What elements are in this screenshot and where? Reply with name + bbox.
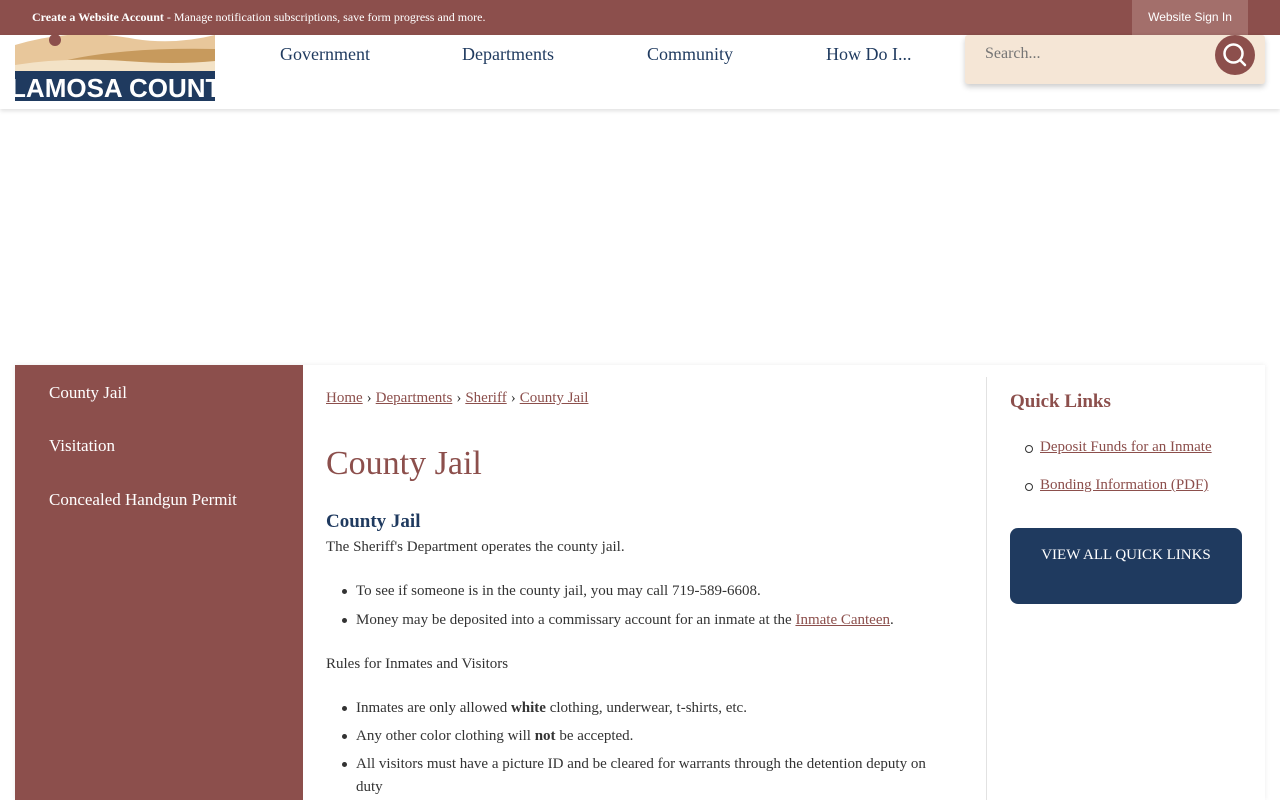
rule-text: clothing, underwear, t-shirts, etc. <box>545 700 747 716</box>
column-divider <box>986 377 987 800</box>
breadcrumb-separator: › <box>366 390 372 406</box>
rule-text: Inmates are only allowed <box>356 700 511 716</box>
nav-departments[interactable]: Departments <box>462 44 554 65</box>
side-navigation: County Jail Visitation Concealed Handgun… <box>15 365 303 800</box>
nav-how-do-i[interactable]: How Do I... <box>826 44 912 65</box>
view-all-quick-links-button[interactable]: VIEW ALL QUICK LINKS <box>1010 528 1242 604</box>
search-button[interactable] <box>1215 35 1255 75</box>
rules-heading: Rules for Inmates and Visitors <box>326 656 509 672</box>
rule-text: Any other color clothing will <box>356 728 535 744</box>
alamosa-county-logo[interactable]: ALAMOSA COUNTY <box>0 34 239 103</box>
sidebar-item-county-jail[interactable]: County Jail <box>49 383 127 403</box>
quick-link-bonding-information[interactable]: Bonding Information (PDF) <box>1040 477 1208 493</box>
account-message: Create a Website Account - Manage notifi… <box>32 10 485 25</box>
nav-government[interactable]: Government <box>280 44 370 65</box>
site-header: ALAMOSA COUNTY Government Departments Co… <box>0 34 1280 109</box>
breadcrumb: Home › Departments › Sheriff › County Jail <box>326 390 588 407</box>
breadcrumb-sheriff[interactable]: Sheriff <box>465 390 506 406</box>
nav-community[interactable]: Community <box>647 44 733 65</box>
section-heading: County Jail <box>326 511 421 532</box>
sidebar-item-visitation[interactable]: Visitation <box>49 436 115 456</box>
breadcrumb-separator: › <box>510 390 516 406</box>
top-banner: Create a Website Account - Manage notifi… <box>0 0 1280 35</box>
quick-links-title: Quick Links <box>1010 391 1111 412</box>
list-item-end: . <box>890 612 894 628</box>
quick-link-item: Deposit Funds for an Inmate <box>1025 439 1212 456</box>
create-account-link[interactable]: Create a Website Account <box>32 10 164 24</box>
list-item: Money may be deposited into a commissary… <box>342 609 956 632</box>
inmate-canteen-link[interactable]: Inmate Canteen <box>795 612 890 628</box>
breadcrumb-departments[interactable]: Departments <box>376 390 453 406</box>
rule-text: be accepted. <box>555 728 634 744</box>
breadcrumb-county-jail[interactable]: County Jail <box>520 390 589 406</box>
quick-link-deposit-funds[interactable]: Deposit Funds for an Inmate <box>1040 439 1212 455</box>
quick-link-item: Bonding Information (PDF) <box>1024 477 1208 494</box>
rule-emphasis: white <box>510 700 546 716</box>
logo-text: ALAMOSA COUNTY <box>15 73 215 101</box>
account-message-text: - Manage notification subscriptions, sav… <box>163 10 486 24</box>
breadcrumb-home[interactable]: Home <box>326 390 363 406</box>
rule-emphasis: not <box>534 728 556 744</box>
list-item-text: Money may be deposited into a commissary… <box>356 612 796 628</box>
breadcrumb-separator: › <box>456 390 462 406</box>
intro-text: The Sheriff's Department operates the co… <box>326 539 625 555</box>
list-item: All visitors must have a picture ID and … <box>342 753 956 799</box>
page-title: County Jail <box>326 445 482 482</box>
list-item: Any other color clothing will not be acc… <box>342 725 956 748</box>
search-icon <box>1223 43 1247 67</box>
sidebar-item-concealed-handgun-permit[interactable]: Concealed Handgun Permit <box>49 490 237 510</box>
list-item: To see if someone is in the county jail,… <box>342 580 956 603</box>
list-item: Inmates are only allowed white clothing,… <box>342 697 956 720</box>
website-sign-in-button[interactable]: Website Sign In <box>1132 0 1248 35</box>
search-input[interactable] <box>985 45 1205 63</box>
